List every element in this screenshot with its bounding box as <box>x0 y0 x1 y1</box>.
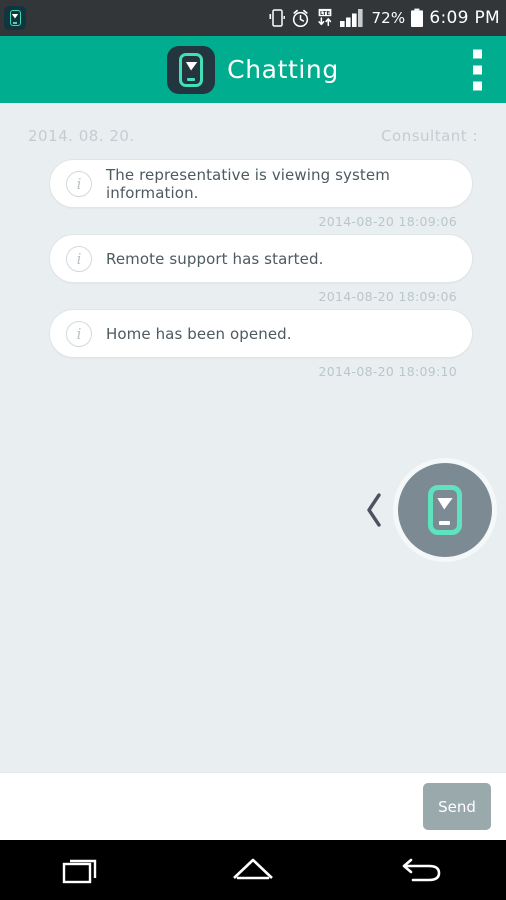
message-input-bar: Send <box>0 772 506 840</box>
phone-screen: LTE 72% 6:09 PM Chatting 2014. 08. 20. C… <box>0 0 506 900</box>
message-bubble[interactable]: i Remote support has started. <box>49 234 473 283</box>
app-notification-icon <box>4 6 26 30</box>
message-bubble[interactable]: i The representative is viewing system i… <box>49 159 473 208</box>
message-text: Remote support has started. <box>106 249 324 268</box>
message-timestamp: 2014-08-20 18:09:06 <box>318 214 457 229</box>
chat-message-list[interactable]: 2014. 08. 20. Consultant : i The represe… <box>0 103 506 772</box>
app-header-brand: Chatting <box>167 45 339 94</box>
list-item: i Remote support has started. 2014-08-20… <box>16 234 490 304</box>
message-text: Home has been opened. <box>106 324 292 343</box>
signal-bars-icon <box>340 9 364 27</box>
info-icon: i <box>66 170 92 197</box>
home-icon[interactable] <box>216 847 290 893</box>
app-header: Chatting <box>0 36 506 103</box>
page-title: Chatting <box>227 55 339 84</box>
android-nav-bar <box>0 840 506 900</box>
message-text: The representative is viewing system inf… <box>106 165 390 202</box>
status-bar-left <box>4 6 26 30</box>
lte-data-icon: LTE <box>318 8 332 27</box>
message-timestamp: 2014-08-20 18:09:10 <box>318 364 457 379</box>
send-button[interactable]: Send <box>423 783 491 830</box>
status-bar-right: LTE 72% 6:09 PM <box>268 8 500 28</box>
clock-label: 6:09 PM <box>429 8 500 28</box>
message-bubble[interactable]: i Home has been opened. <box>49 309 473 358</box>
overflow-menu-icon[interactable] <box>473 49 482 90</box>
message-input[interactable] <box>18 784 413 829</box>
list-item: i The representative is viewing system i… <box>16 159 490 229</box>
chatting-app-icon <box>167 45 216 94</box>
remote-device-icon[interactable] <box>398 462 492 557</box>
floating-action-area <box>0 462 506 557</box>
message-timestamp: 2014-08-20 18:09:06 <box>318 289 457 304</box>
alarm-clock-icon <box>293 9 309 27</box>
chat-date-label: 2014. 08. 20. <box>28 127 135 145</box>
list-item: i Home has been opened. 2014-08-20 18:09… <box>16 309 490 379</box>
info-icon: i <box>66 245 92 272</box>
chat-meta-row: 2014. 08. 20. Consultant : <box>16 127 490 159</box>
svg-text:LTE: LTE <box>320 11 330 17</box>
vibrate-icon <box>269 9 286 27</box>
battery-icon <box>411 8 424 27</box>
battery-percent-label: 72% <box>371 9 406 27</box>
back-icon[interactable] <box>385 847 459 893</box>
info-icon: i <box>66 320 92 347</box>
consultant-label: Consultant : <box>381 127 478 145</box>
recents-icon[interactable] <box>47 847 121 893</box>
status-bar: LTE 72% 6:09 PM <box>0 0 506 36</box>
chevron-left-icon[interactable] <box>362 488 386 532</box>
